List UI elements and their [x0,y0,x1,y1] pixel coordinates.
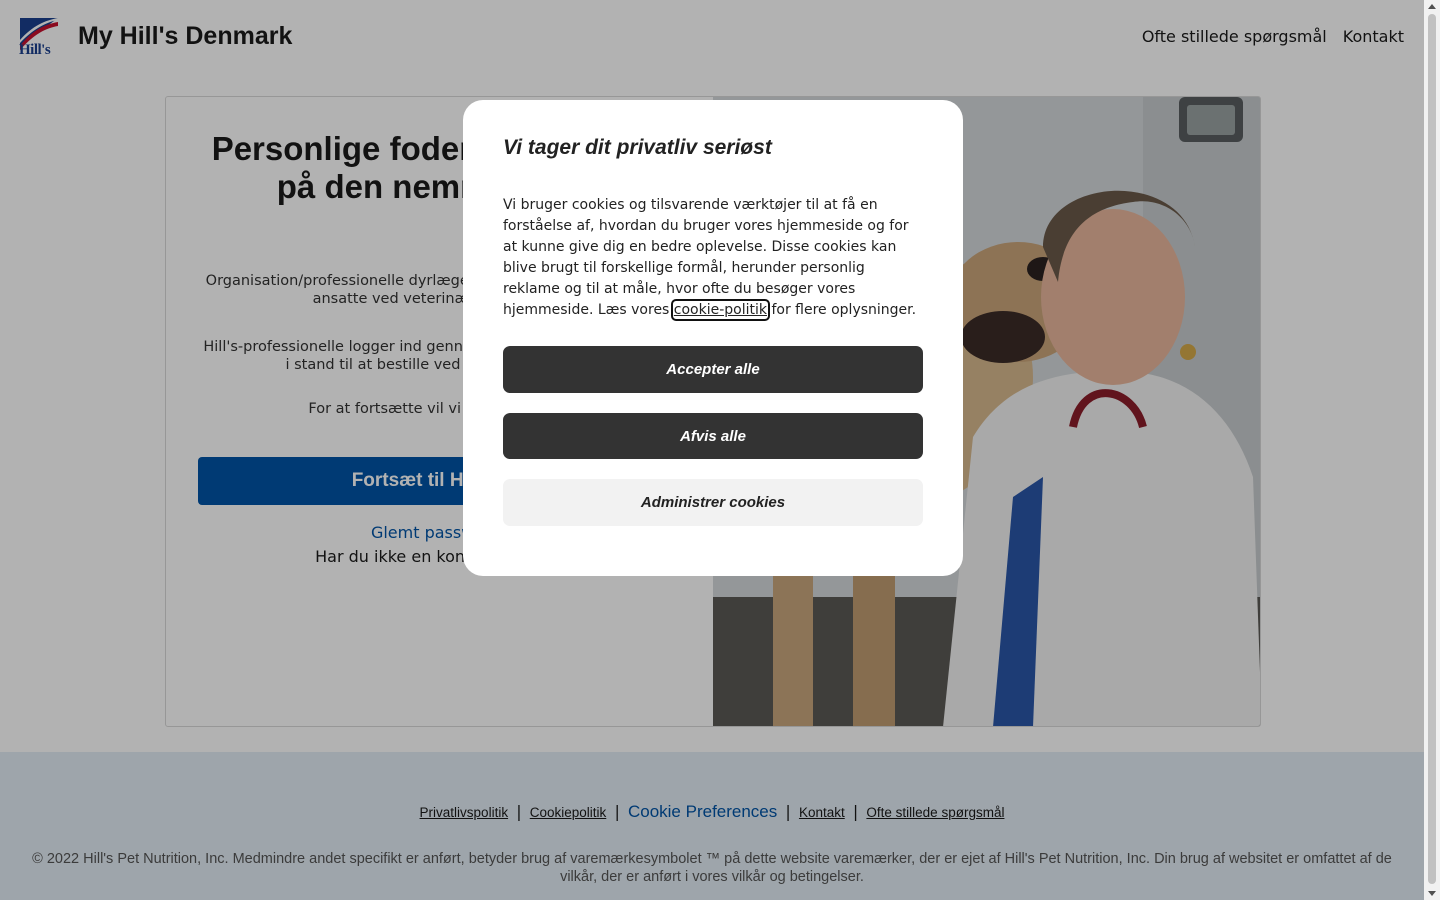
accept-all-button[interactable]: Accepter alle [503,346,923,393]
cookie-policy-inline-link[interactable]: cookie-politik [670,299,771,321]
scrollbar-thumb[interactable] [1428,14,1436,884]
dialog-title: Vi tager dit privatliv seriøst [503,136,772,159]
scroll-down-arrow-icon[interactable] [1428,891,1436,896]
dialog-body: Vi bruger cookies og tilsvarende værktøj… [503,195,923,321]
scroll-up-arrow-icon[interactable] [1428,4,1436,9]
cookie-consent-dialog: Vi tager dit privatliv seriøst Vi bruger… [463,100,963,576]
page-scrollbar[interactable] [1424,0,1440,900]
reject-all-button[interactable]: Afvis alle [503,413,923,459]
manage-cookies-button[interactable]: Administrer cookies [503,479,923,526]
dialog-body-text: Vi bruger cookies og tilsvarende værktøj… [503,197,909,318]
dialog-body-text-end: for flere oplysninger. [767,302,917,318]
